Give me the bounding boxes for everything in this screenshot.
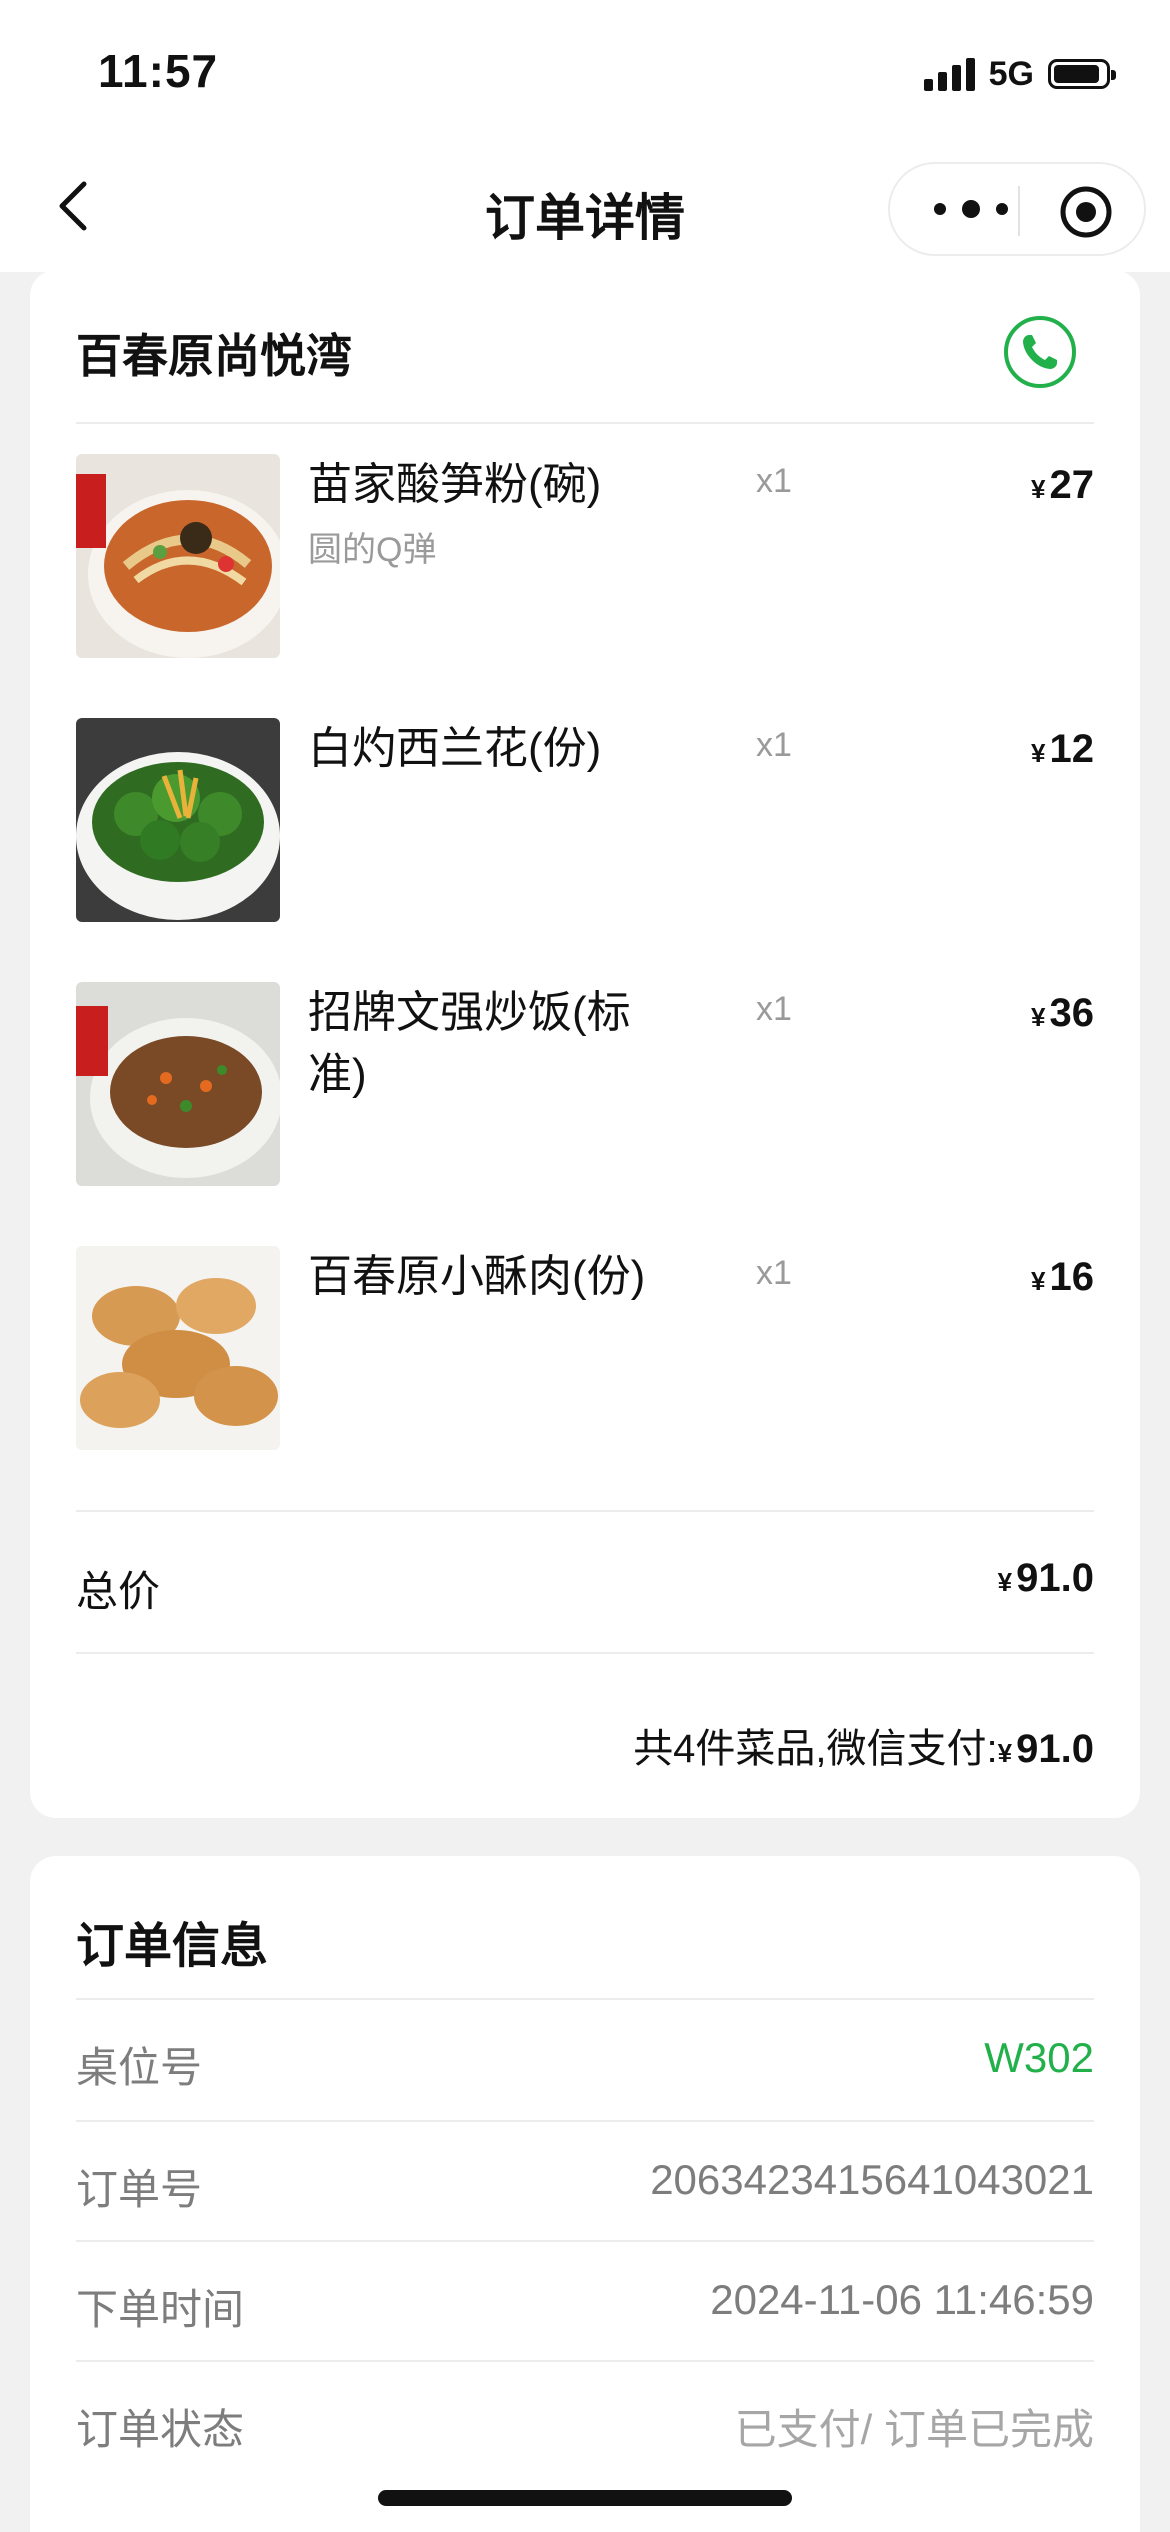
dish-note: 圆的Q弹 <box>308 531 437 569</box>
order-item: 苗家酸笋粉(碗) 圆的Q弹 x1 ¥27 <box>76 454 1094 658</box>
order-number: 2063423415641043021 <box>650 2156 1094 2203</box>
close-mini-program-icon[interactable] <box>1058 184 1114 240</box>
signal-icon <box>923 57 975 91</box>
dish-price: ¥27 <box>1031 463 1094 507</box>
info-label: 订单号 <box>76 2166 203 2213</box>
dish-image-sour-bamboo-noodles <box>76 454 280 658</box>
home-indicator[interactable] <box>378 2490 792 2506</box>
dish-price: ¥16 <box>1031 1255 1094 1299</box>
total-value: ¥91.0 <box>997 1556 1094 1600</box>
status-bar: 11:57 5G <box>0 0 1170 150</box>
dish-image-crispy-pork <box>76 1246 280 1450</box>
info-label: 订单状态 <box>76 2406 245 2453</box>
dish-name: 白灼西兰花(份) <box>308 724 602 773</box>
info-row-order-number: 订单号 2063423415641043021 <box>76 2122 1094 2242</box>
total-label: 总价 <box>76 1568 161 1615</box>
info-row-table: 桌位号 W302 <box>76 2000 1094 2120</box>
payment-summary: 共4件菜品,微信支付:¥ 91.0 <box>633 1727 1094 1771</box>
network-label: 5G <box>988 54 1034 93</box>
dish-price: ¥36 <box>1031 991 1094 1035</box>
info-row-order-status: 订单状态 已支付/ 订单已完成 <box>76 2362 1094 2482</box>
more-options-icon[interactable] <box>926 194 1016 224</box>
dish-image-broccoli <box>76 718 280 922</box>
order-item: 白灼西兰花(份) x1 ¥12 <box>76 718 1094 922</box>
status-indicators: 5G <box>923 54 1116 94</box>
divider <box>76 422 1094 424</box>
capsule-divider <box>1018 186 1020 236</box>
dish-quantity: x1 <box>756 1254 792 1292</box>
divider <box>76 1652 1094 1654</box>
table-number: W302 <box>984 2034 1094 2081</box>
order-info-card: 订单信息 桌位号 W302 订单号 2063423415641043021 下单… <box>30 1856 1140 2532</box>
phone-icon[interactable] <box>1002 314 1078 390</box>
dish-quantity: x1 <box>756 462 792 500</box>
divider <box>76 1510 1094 1512</box>
order-info-title: 订单信息 <box>76 1920 269 1973</box>
battery-icon <box>1048 59 1116 89</box>
dish-name: 百春原小酥肉(份) <box>308 1252 646 1301</box>
store-name: 百春原尚悦湾 <box>76 330 352 382</box>
nav-bar: 订单详情 <box>0 150 1170 272</box>
mini-program-capsule <box>888 162 1146 256</box>
order-time: 2024-11-06 11:46:59 <box>710 2276 1094 2323</box>
dish-name: 苗家酸笋粉(碗) <box>308 460 602 509</box>
order-status: 已支付/ 订单已完成 <box>734 2406 1094 2453</box>
dish-image-fried-rice <box>76 982 280 1186</box>
dish-name: 招牌文强炒饭(标准) <box>308 988 631 1099</box>
info-row-order-time: 下单时间 2024-11-06 11:46:59 <box>76 2242 1094 2362</box>
order-items-card: 百春原尚悦湾 苗家酸笋粉(碗) 圆的Q弹 x1 ¥27 白灼西兰花(份) x1 … <box>30 270 1140 1818</box>
status-time: 11:57 <box>98 45 219 97</box>
dish-quantity: x1 <box>756 990 792 1028</box>
dish-price: ¥12 <box>1031 727 1094 771</box>
order-item: 招牌文强炒饭(标准) x1 ¥36 <box>76 982 1094 1186</box>
dish-quantity: x1 <box>756 726 792 764</box>
order-item: 百春原小酥肉(份) x1 ¥16 <box>76 1246 1094 1450</box>
info-label: 下单时间 <box>76 2286 245 2333</box>
info-label: 桌位号 <box>76 2044 203 2091</box>
